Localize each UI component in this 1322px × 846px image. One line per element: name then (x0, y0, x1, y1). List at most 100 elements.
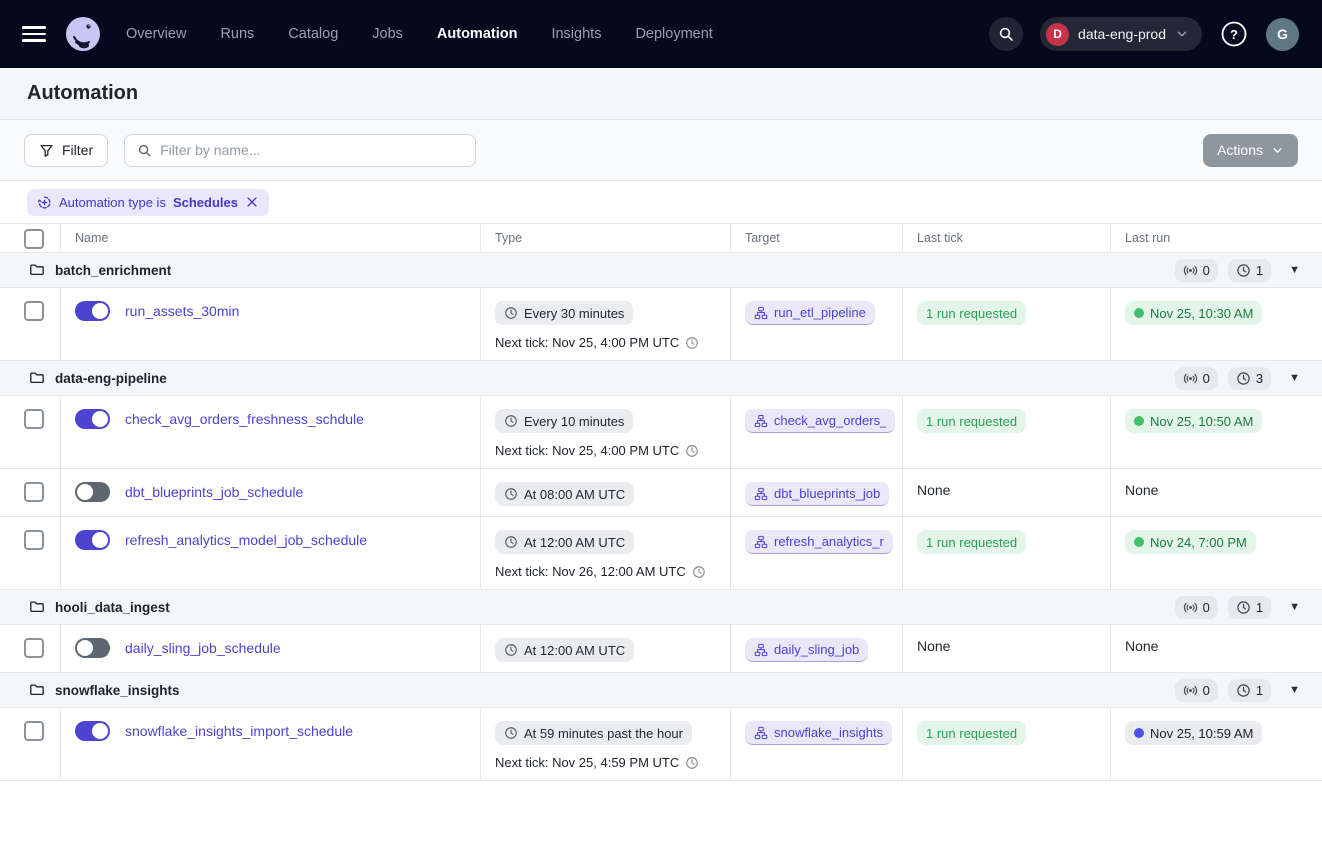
last-tick-cell: 1 run requested (903, 288, 1111, 360)
automation-name-link[interactable]: check_avg_orders_freshness_schdule (125, 410, 364, 429)
folder-icon (29, 370, 45, 386)
deployment-name: data-eng-prod (1078, 26, 1166, 42)
toolbar: Filter Actions (0, 120, 1322, 181)
group-row: snowflake_insights 0 1 ▼ (0, 673, 1322, 708)
filter-button[interactable]: Filter (24, 134, 108, 167)
sensor-icon (1183, 683, 1198, 698)
clock-icon (504, 726, 518, 740)
row-checkbox[interactable] (24, 409, 44, 429)
name-filter-input[interactable] (160, 142, 463, 158)
collapse-caret-icon[interactable]: ▼ (1289, 372, 1300, 384)
collapse-caret-icon[interactable]: ▼ (1289, 264, 1300, 276)
schedule-interval-pill: At 59 minutes past the hour (495, 721, 692, 745)
schedule-toggle[interactable] (75, 409, 110, 429)
row-checkbox[interactable] (24, 530, 44, 550)
last-run-pill[interactable]: Nov 25, 10:59 AM (1125, 721, 1262, 745)
actions-button[interactable]: Actions (1203, 134, 1298, 167)
automation-name-link[interactable]: snowflake_insights_import_schedule (125, 722, 353, 741)
clock-icon (1236, 600, 1251, 615)
deployment-badge: D (1046, 23, 1069, 46)
last-run-pill[interactable]: Nov 25, 10:30 AM (1125, 301, 1262, 325)
funnel-icon (39, 143, 54, 158)
schedule-count-badge: 1 (1228, 679, 1271, 702)
filter-chip-automation-type[interactable]: Automation type is Schedules (27, 189, 269, 216)
last-tick-pill[interactable]: 1 run requested (917, 530, 1026, 554)
sensor-icon (1183, 600, 1198, 615)
collapse-caret-icon[interactable]: ▼ (1289, 684, 1300, 696)
clock-icon (504, 306, 518, 320)
clock-icon (504, 535, 518, 549)
schedule-toggle[interactable] (75, 530, 110, 550)
last-tick-cell: None (903, 469, 1111, 516)
collapse-caret-icon[interactable]: ▼ (1289, 601, 1300, 613)
last-run-cell: Nov 25, 10:50 AM (1111, 396, 1322, 468)
schedule-count-badge: 1 (1228, 596, 1271, 619)
empty-area (0, 781, 1322, 846)
nav-item-automation[interactable]: Automation (437, 26, 518, 42)
schedule-toggle[interactable] (75, 301, 110, 321)
automation-name-link[interactable]: run_assets_30min (125, 302, 239, 321)
select-all-checkbox[interactable] (24, 229, 44, 249)
search-icon[interactable] (989, 17, 1023, 51)
target-pill[interactable]: snowflake_insights (745, 721, 892, 745)
schedule-toggle[interactable] (75, 721, 110, 741)
schedule-toggle[interactable] (75, 482, 110, 502)
none-value: None (1125, 638, 1158, 654)
row-checkbox[interactable] (24, 301, 44, 321)
last-run-cell: None (1111, 469, 1322, 516)
folder-icon (29, 262, 45, 278)
last-tick-pill[interactable]: 1 run requested (917, 301, 1026, 325)
nav-item-overview[interactable]: Overview (126, 26, 186, 42)
automation-row: snowflake_insights_import_schedule At 59… (0, 708, 1322, 781)
last-tick-pill[interactable]: 1 run requested (917, 721, 1026, 745)
last-run-pill[interactable]: Nov 24, 7:00 PM (1125, 530, 1256, 554)
chevron-down-icon (1175, 27, 1189, 41)
row-checkbox[interactable] (24, 482, 44, 502)
job-icon (754, 643, 768, 657)
deployment-switcher[interactable]: D data-eng-prod (1040, 17, 1202, 51)
last-tick-pill[interactable]: 1 run requested (917, 409, 1026, 433)
nav-item-runs[interactable]: Runs (220, 26, 254, 42)
target-pill[interactable]: refresh_analytics_r (745, 530, 893, 554)
dagster-logo-icon[interactable] (64, 15, 102, 53)
automation-row: daily_sling_job_schedule At 12:00 AM UTC… (0, 625, 1322, 673)
automation-name-link[interactable]: dbt_blueprints_job_schedule (125, 483, 303, 502)
last-run-cell: Nov 25, 10:30 AM (1111, 288, 1322, 360)
clock-icon (504, 487, 518, 501)
sensor-icon (1183, 263, 1198, 278)
last-run-pill[interactable]: Nov 25, 10:50 AM (1125, 409, 1262, 433)
target-pill[interactable]: run_etl_pipeline (745, 301, 875, 325)
next-tick-text: Next tick: Nov 25, 4:59 PM UTC (495, 755, 716, 770)
status-dot (1134, 308, 1144, 318)
automation-row: run_assets_30min Every 30 minutes Next t… (0, 288, 1322, 361)
column-header-last-run: Last run (1111, 224, 1322, 252)
row-checkbox[interactable] (24, 721, 44, 741)
nav-item-jobs[interactable]: Jobs (372, 26, 403, 42)
nav-item-deployment[interactable]: Deployment (635, 26, 712, 42)
nav-item-insights[interactable]: Insights (551, 26, 601, 42)
chevron-down-icon (1271, 144, 1284, 157)
last-run-cell: Nov 24, 7:00 PM (1111, 517, 1322, 589)
filter-chip-prefix: Automation type is (59, 195, 166, 210)
status-dot (1134, 728, 1144, 738)
schedule-interval-pill: Every 30 minutes (495, 301, 633, 325)
automation-row: dbt_blueprints_job_schedule At 08:00 AM … (0, 469, 1322, 517)
automation-name-link[interactable]: daily_sling_job_schedule (125, 639, 281, 658)
help-icon[interactable]: ? (1219, 19, 1249, 49)
target-pill[interactable]: dbt_blueprints_job (745, 482, 889, 506)
target-pill[interactable]: check_avg_orders_ (745, 409, 895, 433)
user-avatar[interactable]: G (1266, 18, 1299, 51)
row-checkbox[interactable] (24, 638, 44, 658)
remove-filter-icon[interactable] (245, 195, 259, 209)
automation-row: refresh_analytics_model_job_schedule At … (0, 517, 1322, 590)
clock-icon (685, 444, 699, 458)
nav-item-catalog[interactable]: Catalog (288, 26, 338, 42)
dagster-app: Overview Runs Catalog Jobs Automation Insight… (0, 0, 1322, 846)
group-name: snowflake_insights (55, 683, 180, 698)
target-pill[interactable]: daily_sling_job (745, 638, 868, 662)
nav-right: D data-eng-prod ? G (989, 17, 1299, 51)
automations-table: Name Type Target Last tick Last run batc… (0, 223, 1322, 781)
automation-name-link[interactable]: refresh_analytics_model_job_schedule (125, 531, 367, 550)
hamburger-menu-icon[interactable] (22, 26, 46, 42)
schedule-toggle[interactable] (75, 638, 110, 658)
